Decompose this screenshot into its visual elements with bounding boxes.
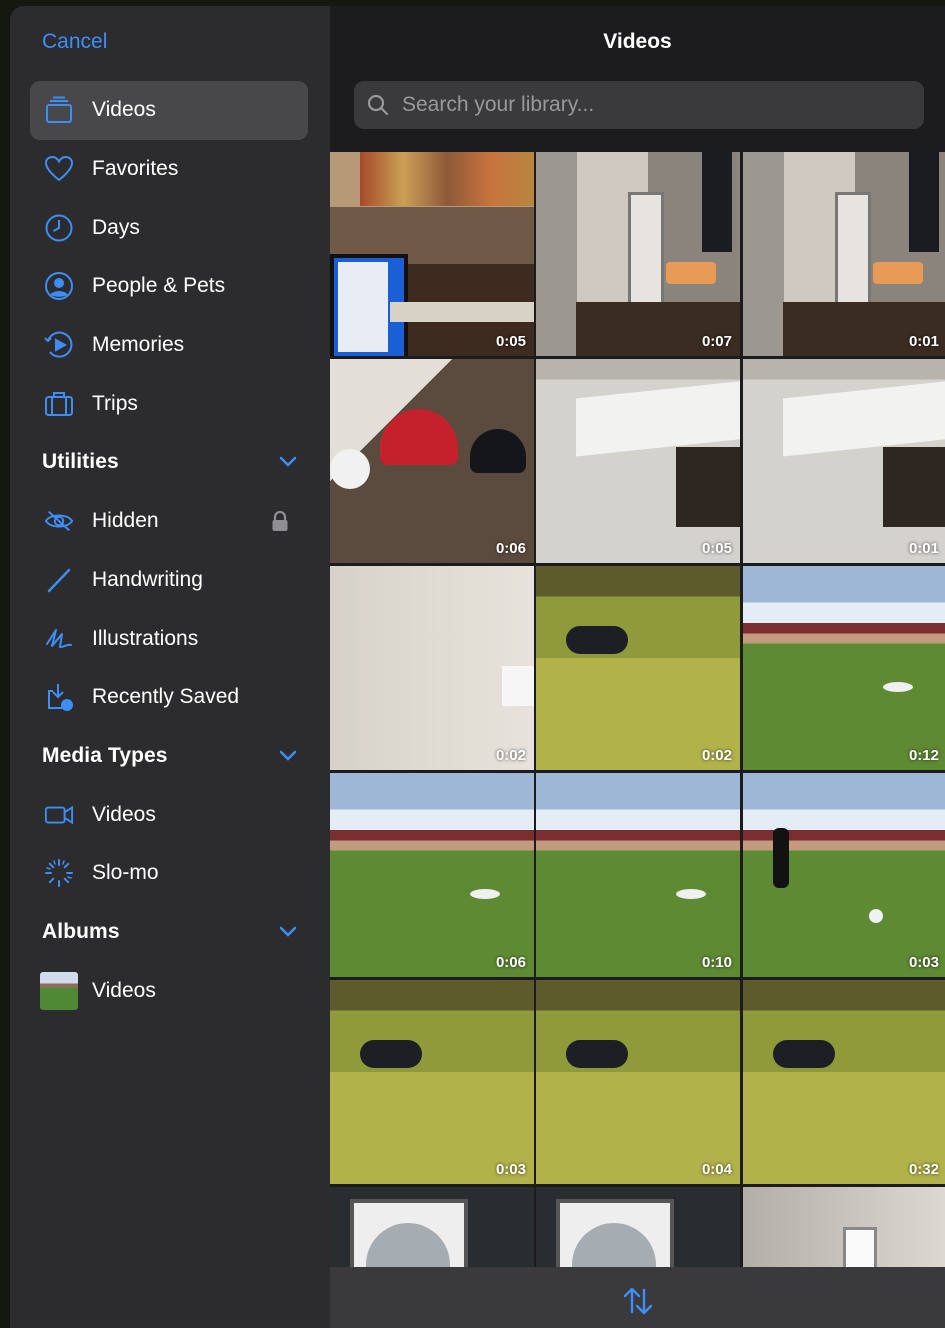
photo-picker-sheet: Cancel Videos Favorites Days People & Pe… [10, 6, 945, 1328]
video-duration: 0:03 [908, 954, 939, 971]
video-thumbnail[interactable]: 0:10 [536, 773, 740, 977]
download-icon [44, 682, 74, 712]
video-grid: 0:05 0:07 0:01 0:06 0:05 0:01 0:02 0:02 … [330, 152, 945, 1267]
video-duration: 0:06 [495, 954, 526, 971]
sidebar-item-label: Videos [92, 98, 156, 122]
clock-icon [44, 213, 74, 243]
chevron-down-icon[interactable] [278, 747, 298, 765]
video-thumbnail[interactable]: 0:01 [743, 152, 945, 356]
sort-arrows-icon[interactable] [618, 1281, 658, 1321]
heart-icon [44, 154, 74, 184]
memories-play-icon [44, 330, 74, 360]
sidebar-item-label: Videos [92, 978, 156, 1002]
video-duration: 0:10 [701, 954, 732, 971]
video-duration: 0:01 [908, 540, 939, 557]
video-thumbnail[interactable]: 0:06 [330, 359, 534, 563]
eye-slash-icon [44, 506, 74, 536]
sidebar-item-handwriting[interactable]: Handwriting [30, 551, 308, 610]
bottom-toolbar [330, 1267, 945, 1328]
sidebar-item-people-pets[interactable]: People & Pets [30, 257, 308, 316]
sidebar-item-videos[interactable]: Videos [30, 81, 308, 140]
video-duration: 0:02 [495, 747, 526, 764]
section-utilities[interactable]: Utilities [30, 433, 308, 492]
pen-icon [44, 565, 74, 595]
video-thumbnail[interactable] [743, 1187, 945, 1267]
sidebar-item-recently-saved[interactable]: Recently Saved [30, 668, 308, 727]
sidebar-item-label: Favorites [92, 157, 179, 181]
lock-icon [270, 510, 290, 532]
video-thumbnail[interactable]: 0:02 [536, 566, 740, 770]
video-thumbnail[interactable]: 0:01 [743, 359, 945, 563]
video-thumbnail[interactable] [536, 1187, 740, 1267]
video-duration: 0:05 [495, 333, 526, 350]
section-title: Utilities [42, 450, 119, 474]
stack-icon [44, 95, 74, 125]
sidebar-item-label: Trips [92, 391, 138, 415]
sidebar-item-label: Handwriting [92, 567, 203, 591]
section-title: Media Types [42, 743, 168, 767]
sidebar-item-trips[interactable]: Trips [30, 374, 308, 433]
search-icon [366, 93, 390, 117]
sidebar-item-label: Days [92, 215, 140, 239]
section-title: Albums [42, 919, 120, 943]
sidebar-item-label: People & Pets [92, 274, 226, 298]
video-thumbnail[interactable]: 0:05 [330, 152, 534, 356]
cancel-button[interactable]: Cancel [42, 30, 107, 54]
video-thumbnail[interactable]: 0:06 [330, 773, 534, 977]
video-duration: 0:02 [701, 747, 732, 764]
video-duration: 0:12 [908, 747, 939, 764]
sidebar-item-label: Recently Saved [92, 685, 240, 709]
video-thumbnail[interactable]: 0:03 [743, 773, 945, 977]
video-camera-icon [44, 800, 74, 830]
suitcase-icon [44, 389, 74, 419]
section-media-types[interactable]: Media Types [30, 727, 308, 786]
sidebar-item-favorites[interactable]: Favorites [30, 140, 308, 199]
chevron-down-icon[interactable] [278, 453, 298, 471]
sidebar-item-illustrations[interactable]: Illustrations [30, 609, 308, 668]
chevron-down-icon[interactable] [278, 923, 298, 941]
video-duration: 0:04 [701, 1161, 732, 1178]
sidebar-item-label: Hidden [92, 509, 159, 533]
video-thumbnail[interactable]: 0:02 [330, 566, 534, 770]
video-thumbnail[interactable]: 0:32 [743, 980, 945, 1184]
video-thumbnail[interactable]: 0:07 [536, 152, 740, 356]
video-thumbnail[interactable]: 0:04 [536, 980, 740, 1184]
search-field[interactable]: Search your library... [354, 81, 924, 129]
main-content: Videos Search your library... 0:05 0:07 [330, 6, 945, 1328]
section-albums[interactable]: Albums [30, 903, 308, 962]
sidebar-item-media-videos[interactable]: Videos [30, 785, 308, 844]
sidebar-item-album-videos[interactable]: Videos [30, 961, 308, 1020]
album-thumbnail [40, 971, 78, 1010]
video-duration: 0:01 [908, 333, 939, 350]
slomo-icon [44, 858, 74, 888]
sidebar-item-label: Memories [92, 333, 185, 357]
sidebar-item-label: Illustrations [92, 626, 199, 650]
page-title: Videos [603, 30, 672, 53]
video-duration: 0:03 [495, 1161, 526, 1178]
video-thumbnail[interactable] [330, 1187, 534, 1267]
scribble-icon [44, 624, 74, 654]
video-duration: 0:32 [908, 1161, 939, 1178]
sidebar: Cancel Videos Favorites Days People & Pe… [10, 6, 330, 1328]
person-circle-icon [44, 271, 74, 301]
sidebar-item-memories[interactable]: Memories [30, 316, 308, 375]
video-thumbnail[interactable]: 0:12 [743, 566, 945, 770]
video-thumbnail[interactable]: 0:05 [536, 359, 740, 563]
sidebar-list: Videos Favorites Days People & Pets Memo… [30, 81, 308, 1020]
sidebar-item-label: Videos [92, 802, 156, 826]
video-duration: 0:07 [701, 333, 732, 350]
video-duration: 0:06 [495, 540, 526, 557]
sidebar-item-days[interactable]: Days [30, 198, 308, 257]
video-duration: 0:05 [701, 540, 732, 557]
sidebar-item-slo-mo[interactable]: Slo-mo [30, 844, 308, 903]
sidebar-item-label: Slo-mo [92, 861, 159, 885]
video-thumbnail[interactable]: 0:03 [330, 980, 534, 1184]
search-placeholder: Search your library... [402, 93, 595, 116]
sidebar-item-hidden[interactable]: Hidden [30, 492, 308, 551]
